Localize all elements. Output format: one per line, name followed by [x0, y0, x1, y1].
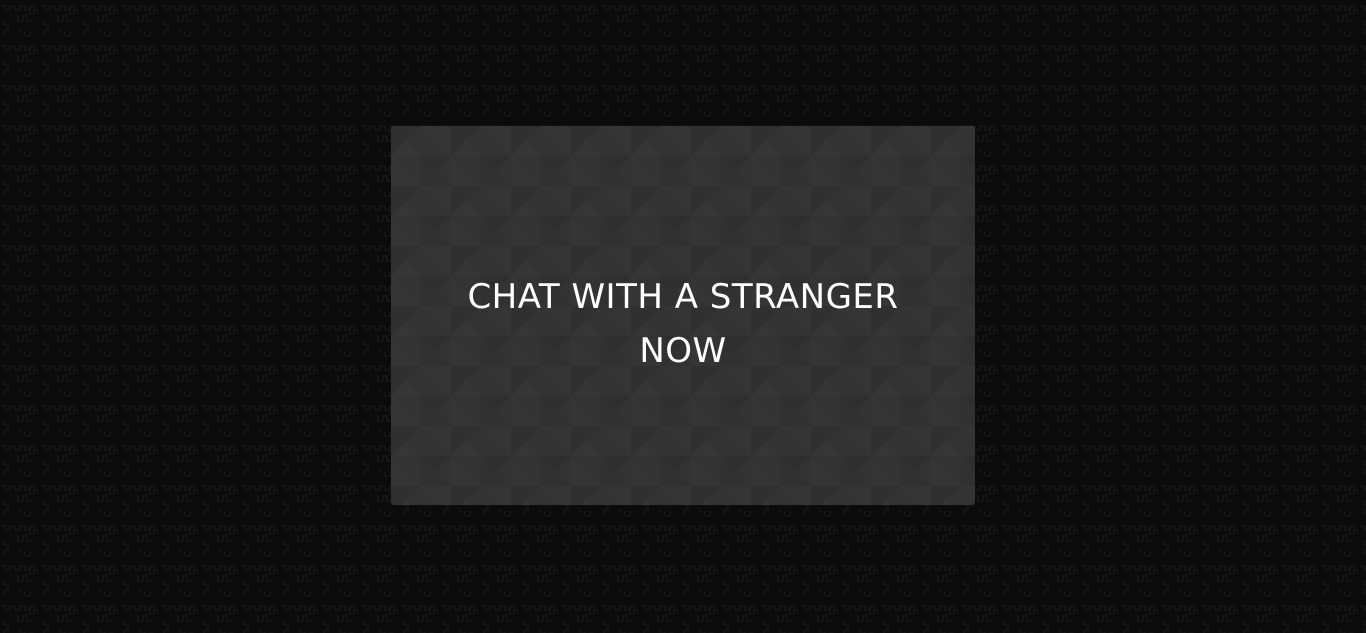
card-title-line-1: CHAT WITH A STRANGER: [467, 277, 899, 317]
chat-with-stranger-button[interactable]: CHAT WITH A STRANGER NOW: [391, 126, 975, 505]
card-title: CHAT WITH A STRANGER NOW: [391, 270, 975, 378]
card-title-line-2: NOW: [639, 331, 727, 371]
page: { "page": { "background_color": "#0b0b0b…: [0, 0, 1366, 633]
